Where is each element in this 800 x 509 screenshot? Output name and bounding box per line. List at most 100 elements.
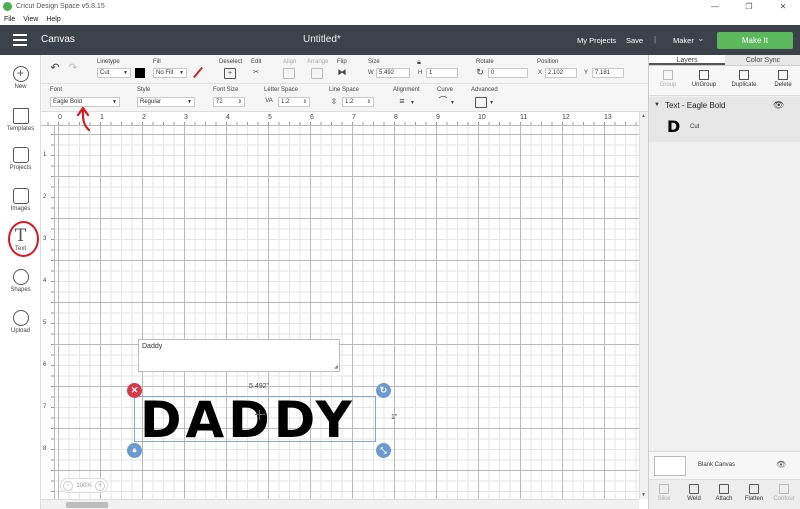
vertical-ruler: 1 2 3 4 5 6 7 8 — [41, 126, 55, 499]
style-value: Regular — [140, 99, 162, 105]
undo-icon[interactable]: ↶ — [49, 63, 61, 75]
duplicate-label: Duplicate — [731, 82, 757, 88]
sidebar-item-shapes[interactable]: Shapes — [0, 269, 41, 293]
style-select[interactable]: Regular ▼ — [137, 97, 195, 107]
group-icon — [663, 70, 673, 80]
hide-eye-icon[interactable]: 👁︎ — [776, 460, 786, 469]
sidebar-label: Shapes — [10, 287, 31, 293]
text-toolbar: Font Eagle Bold ▼ Style Regular ▼ Font Siz… — [41, 84, 648, 112]
lock-handle-icon[interactable]: 🔒︎ — [127, 443, 142, 458]
selection-width-label: 5.492" — [249, 383, 270, 390]
maximize-button[interactable]: ❐ — [732, 0, 766, 13]
line-space-input[interactable]: 1.2 ⇕ — [342, 97, 374, 107]
zoom-in-button[interactable]: + — [94, 480, 105, 491]
hamburger-menu-icon[interactable] — [13, 34, 27, 46]
letter-space-input[interactable]: 1.2 ⇕ — [278, 97, 310, 107]
attach-label: Attach — [715, 496, 733, 502]
weld-button[interactable]: Weld — [679, 484, 709, 502]
close-window-button[interactable]: ✕ — [766, 0, 800, 13]
shapes-icon — [12, 269, 29, 285]
curve-icon[interactable]: ⌒ — [437, 97, 449, 108]
x-value: 2.102 — [548, 70, 564, 76]
layer-name: Text - Eagle Bold — [665, 101, 726, 110]
ruler-tick-label: 3 — [184, 114, 188, 121]
contour-button[interactable]: Contour — [769, 484, 799, 502]
linetype-select[interactable]: Cut ▼ — [97, 68, 131, 78]
slice-button[interactable]: Slice — [649, 484, 679, 502]
chevron-down-icon[interactable]: ▾ — [411, 99, 414, 106]
chevron-down-icon[interactable]: ⌄ — [697, 33, 705, 44]
ruler-tick-label: 3 — [43, 236, 47, 242]
delete-button[interactable]: Delete — [764, 70, 800, 88]
layers-panel: Layers Color Sync Group UnGroup Duplicat… — [648, 55, 800, 509]
advanced-icon[interactable] — [475, 97, 487, 108]
arrange-icon[interactable] — [311, 68, 323, 79]
height-input[interactable]: 1 — [426, 68, 458, 78]
height-value: 1 — [429, 70, 433, 76]
lock-icon[interactable]: 🔒︎ — [413, 58, 425, 69]
resize-grip-icon[interactable]: ◢ — [334, 364, 338, 370]
contour-icon — [779, 484, 789, 494]
scale-handle-icon[interactable]: ⤡ — [376, 443, 391, 458]
width-input[interactable]: 5.492 — [376, 68, 410, 78]
attach-button[interactable]: Attach — [709, 484, 739, 502]
menu-view[interactable]: View — [23, 16, 38, 23]
rotate-input[interactable]: 0 — [488, 68, 528, 78]
line-space-icon: ⇳ — [330, 97, 338, 106]
document-title: Untitled* — [303, 34, 341, 45]
window-title: Cricut Design Space v5.8.15 — [16, 3, 105, 10]
canvas-text-object[interactable]: DADDY — [140, 390, 356, 450]
position-x-input[interactable]: 2.102 — [545, 68, 577, 78]
layer-thumbnail: D — [667, 117, 681, 136]
caret-down-icon[interactable]: ▼ — [654, 102, 660, 108]
linetype-color-swatch[interactable] — [135, 68, 145, 78]
fill-select[interactable]: No Fill ▼ — [153, 68, 187, 78]
duplicate-button[interactable]: Duplicate — [725, 70, 763, 88]
chevron-down-icon[interactable]: ▾ — [451, 99, 454, 106]
window-title-bar: Cricut Design Space v5.8.15 — ❐ ✕ — [0, 0, 800, 13]
chevron-down-icon[interactable]: ▾ — [490, 99, 493, 106]
save-button[interactable]: Save — [626, 36, 643, 45]
pen-icon[interactable] — [193, 66, 203, 79]
menu-help[interactable]: Help — [46, 16, 60, 23]
sidebar-item-upload[interactable]: Upload — [0, 310, 41, 334]
machine-selector[interactable]: Maker — [673, 36, 694, 45]
text-edit-box[interactable]: Daddy ◢ — [138, 339, 340, 372]
position-y-input[interactable]: 7.181 — [592, 68, 624, 78]
sidebar-item-templates[interactable]: Templates — [0, 108, 41, 132]
height-prefix: H — [418, 70, 423, 76]
tab-layers[interactable]: Layers — [649, 55, 725, 65]
menu-file[interactable]: File — [4, 16, 15, 23]
flip-label: Flip — [337, 59, 347, 65]
my-projects-link[interactable]: My Projects — [577, 36, 616, 45]
redo-icon[interactable]: ↷ — [67, 63, 79, 75]
y-prefix: Y — [584, 70, 589, 76]
delete-handle-icon[interactable]: ✕ — [127, 383, 142, 398]
group-button[interactable]: Group — [649, 70, 687, 88]
sidebar-item-new[interactable]: + New — [0, 66, 41, 90]
eye-icon[interactable]: 👁︎ — [773, 100, 784, 111]
ungroup-button[interactable]: UnGroup — [685, 70, 723, 88]
make-it-button[interactable]: Make It — [717, 32, 793, 49]
scissors-icon[interactable]: ✂ — [250, 68, 262, 79]
flatten-button[interactable]: Flatten — [739, 484, 769, 502]
tab-color-sync[interactable]: Color Sync — [725, 55, 800, 65]
arrange-label: Arrange — [307, 59, 329, 65]
deselect-icon[interactable]: + — [224, 68, 236, 79]
font-size-input[interactable]: 72 ⇕ — [213, 97, 245, 107]
horizontal-scrollbar[interactable] — [41, 499, 639, 509]
rotate-handle-icon[interactable]: ↻ — [376, 383, 391, 398]
sidebar-item-projects[interactable]: Projects — [0, 147, 41, 171]
zoom-out-button[interactable]: − — [63, 480, 73, 491]
blank-canvas-row[interactable]: Blank Canvas 👁︎ — [649, 451, 800, 479]
minimize-button[interactable]: — — [698, 0, 732, 13]
scroll-thumb[interactable] — [66, 502, 108, 508]
layer-item[interactable]: ▼ Text - Eagle Bold 👁︎ D Cut — [649, 97, 800, 142]
align-left-icon[interactable]: ≡ — [396, 97, 408, 108]
align-icon[interactable] — [283, 68, 295, 79]
canvas-color-swatch[interactable] — [654, 456, 686, 476]
sidebar-item-images[interactable]: Images — [0, 188, 41, 212]
size-label: Size — [368, 59, 380, 65]
vertical-scrollbar[interactable]: ▲ ▼ — [639, 112, 648, 499]
flip-icon[interactable]: ⧓ — [336, 68, 348, 79]
